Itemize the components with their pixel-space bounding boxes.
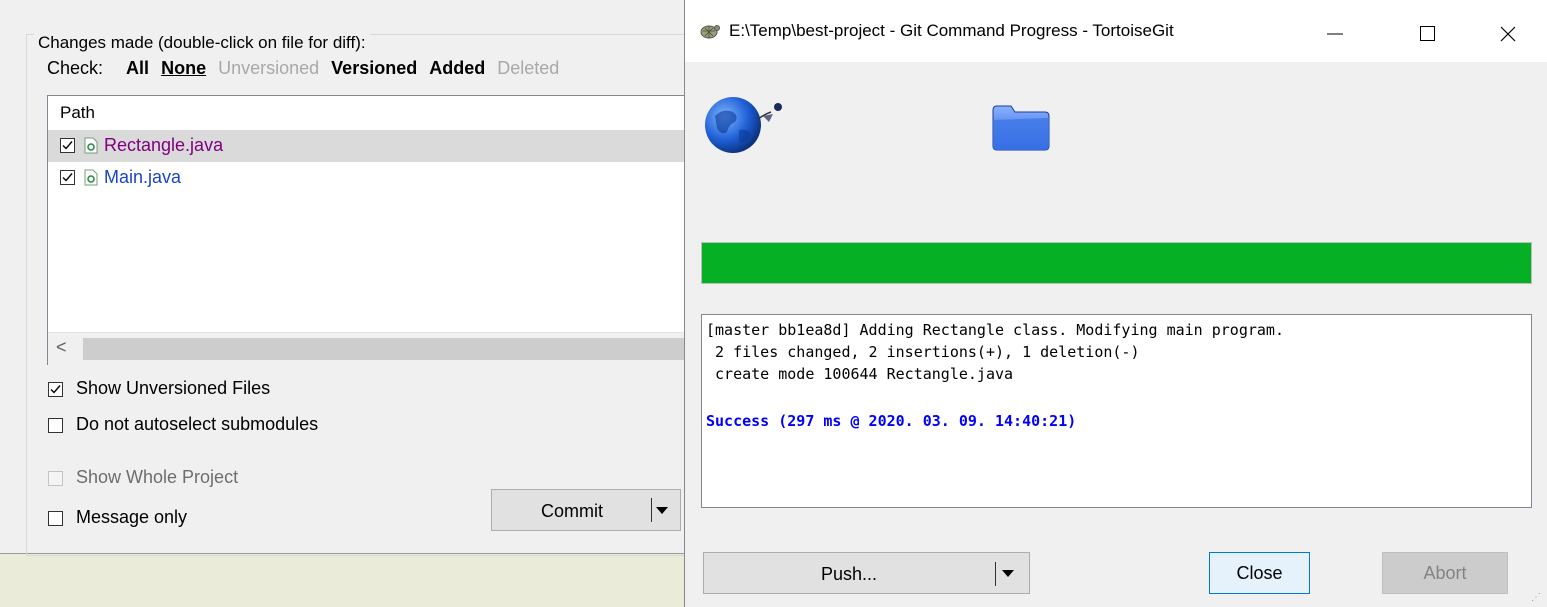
file-checkbox[interactable]: [60, 138, 75, 153]
resize-grip-icon[interactable]: ⋰: [1531, 592, 1541, 603]
filter-versioned[interactable]: Versioned: [331, 58, 417, 78]
abort-button: Abort: [1382, 552, 1508, 594]
push-button-label: Push...: [820, 564, 878, 584]
show-whole-project-checkbox: [48, 471, 63, 486]
filter-all[interactable]: All: [126, 58, 149, 78]
commit-split-divider: [651, 498, 652, 522]
maximize-icon: [1420, 26, 1435, 41]
minimize-button[interactable]: [1313, 14, 1359, 54]
push-dropdown-arrow-icon[interactable]: [1002, 570, 1014, 577]
push-button[interactable]: Push...: [703, 552, 1030, 594]
commit-dialog: Changes made (double-click on file for d…: [0, 0, 727, 556]
changes-group-label: Changes made (double-click on file for d…: [34, 33, 370, 53]
column-header-path[interactable]: Path: [60, 103, 95, 123]
git-progress-window: E:\Temp\best-project - Git Command Progr…: [684, 0, 1547, 607]
commit-button-label: Commit: [541, 501, 603, 521]
title-bar[interactable]: E:\Temp\best-project - Git Command Progr…: [685, 0, 1547, 62]
progress-bar-fill: [702, 243, 1531, 283]
show-unversioned-label: Show Unversioned Files: [76, 378, 271, 398]
close-button[interactable]: Close: [1209, 552, 1310, 594]
log-line: 2 files changed, 2 insertions(+), 1 dele…: [706, 343, 1140, 361]
close-icon: [1500, 26, 1516, 42]
java-file-icon: [84, 137, 98, 154]
filter-none[interactable]: None: [161, 58, 206, 78]
check-label: Check:: [47, 58, 104, 78]
commit-button[interactable]: Commit: [491, 489, 681, 531]
scroll-left-arrow-icon[interactable]: <: [56, 337, 67, 358]
no-autoselect-label: Do not autoselect submodules: [76, 414, 319, 434]
maximize-button[interactable]: [1405, 14, 1451, 54]
commit-dropdown-arrow-icon[interactable]: [656, 507, 668, 514]
progress-bar: [701, 242, 1532, 284]
scrollbar-thumb[interactable]: [83, 338, 721, 360]
push-split-divider: [995, 562, 996, 586]
file-row[interactable]: Main.java: [48, 162, 721, 194]
tortoisegit-app-icon: [698, 22, 720, 45]
filter-unversioned: Unversioned: [218, 58, 320, 78]
file-checkbox[interactable]: [60, 170, 75, 185]
log-success-line: Success (297 ms @ 2020. 03. 09. 14:40:21…: [706, 412, 1077, 430]
file-list[interactable]: Path Rectangle.java Main.java <: [47, 95, 722, 365]
java-file-icon: [84, 169, 98, 186]
window-title: E:\Temp\best-project - Git Command Progr…: [729, 21, 1174, 40]
file-row[interactable]: Rectangle.java: [48, 130, 721, 162]
file-name: Main.java: [104, 167, 182, 187]
minimize-icon: [1327, 33, 1343, 35]
folder-icon: [987, 96, 1052, 157]
show-whole-project-label: Show Whole Project: [76, 467, 239, 487]
log-line: create mode 100644 Rectangle.java: [706, 365, 1014, 383]
log-line: [master bb1ea8d] Adding Rectangle class.…: [706, 321, 1284, 339]
no-autoselect-checkbox[interactable]: [48, 418, 63, 433]
window-close-button[interactable]: [1485, 14, 1531, 54]
check-filter-row: Check: All None Unversioned Versioned Ad…: [47, 58, 566, 79]
show-unversioned-checkbox[interactable]: [48, 382, 63, 397]
message-only-checkbox[interactable]: [48, 511, 63, 526]
horizontal-scrollbar[interactable]: <: [48, 332, 721, 365]
file-name: Rectangle.java: [104, 135, 224, 155]
filter-added[interactable]: Added: [429, 58, 485, 78]
filter-deleted: Deleted: [497, 58, 560, 78]
message-only-label: Message only: [76, 507, 188, 527]
output-log[interactable]: [master bb1ea8d] Adding Rectangle class.…: [701, 314, 1532, 508]
globe-animation-icon: [703, 94, 798, 161]
